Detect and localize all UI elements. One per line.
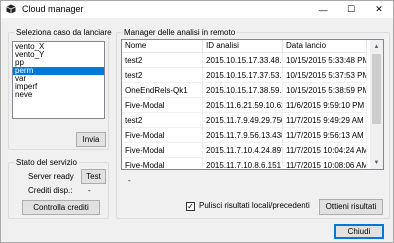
title-bar[interactable]: Cloud manager — ☐ ✕ bbox=[1, 1, 393, 18]
cell-nome: Five-Modal bbox=[122, 143, 203, 158]
column-header-nome[interactable]: Nome bbox=[122, 40, 203, 53]
cell-nome: OneEndRels-Qk1 bbox=[122, 83, 203, 98]
send-button[interactable]: Invia bbox=[76, 132, 106, 147]
cloud-manager-window: Cloud manager — ☐ ✕ Seleziona caso da la… bbox=[0, 0, 394, 243]
case-list-item[interactable]: neve bbox=[13, 91, 104, 99]
column-header-data-lancio[interactable]: Data lancio bbox=[283, 40, 367, 53]
credits-value: - bbox=[88, 186, 91, 195]
test-button[interactable]: Test bbox=[81, 169, 106, 184]
table-row[interactable]: Five-Modal 2015.11.7.9.56.13.438 11/7/2015… bbox=[122, 128, 367, 143]
close-window-button[interactable]: ✕ bbox=[365, 1, 393, 18]
cell-id-analisi: 2015.10.15.17.33.48.... bbox=[203, 53, 283, 68]
cell-id-analisi: 2015.11.7.10.4.24.897 bbox=[203, 143, 283, 158]
case-list-item[interactable]: perm bbox=[13, 67, 104, 75]
case-listbox[interactable]: vento_X vento_Y pp perm var imperf neve bbox=[12, 41, 105, 119]
cell-id-analisi: 2015.11.6.21.59.10.624 bbox=[203, 98, 283, 113]
cell-nome: test2 bbox=[122, 113, 203, 128]
clean-results-checkbox[interactable]: ✓ bbox=[186, 202, 195, 211]
table-row[interactable]: test2 2015.11.7.9.49.29.750 11/7/2015 9:49… bbox=[122, 113, 367, 128]
launch-case-group-label: Seleziona caso da lanciare bbox=[14, 28, 114, 37]
cell-data-lancio: 11/7/2015 10:08:06 AM bbox=[283, 158, 367, 169]
table-row[interactable]: Five-Modal 2015.11.7.10.4.24.897 11/7/2015… bbox=[122, 143, 367, 158]
cell-data-lancio: 11/6/2015 9:59:10 PM bbox=[283, 98, 367, 113]
case-list-item[interactable]: vento_Y bbox=[13, 51, 104, 59]
get-results-button[interactable]: Ottieni risultati bbox=[319, 199, 383, 215]
table-row[interactable]: test2 2015.10.15.17.37.53.... 10/15/2015 5… bbox=[122, 68, 367, 83]
cell-id-analisi: 2015.11.7.10.8.6.151 bbox=[203, 158, 283, 169]
minimize-button[interactable]: — bbox=[309, 1, 337, 18]
cell-nome: test2 bbox=[122, 68, 203, 83]
cell-data-lancio: 11/7/2015 9:56:13 AM bbox=[283, 128, 367, 143]
cell-nome: Five-Modal bbox=[122, 158, 203, 169]
window-title: Cloud manager bbox=[22, 4, 84, 14]
cell-data-lancio: 11/7/2015 10:04:24 AM bbox=[283, 143, 367, 158]
analysis-grid[interactable]: Nome ID analisi Data lancio test2 2015.10… bbox=[121, 39, 384, 170]
minimize-icon: — bbox=[318, 4, 328, 15]
cell-id-analisi: 2015.10.15.17.38.59.... bbox=[203, 83, 283, 98]
maximize-button[interactable]: ☐ bbox=[337, 1, 365, 18]
cell-id-analisi: 2015.11.7.9.49.29.750 bbox=[203, 113, 283, 128]
checkmark-icon: ✓ bbox=[187, 202, 194, 211]
table-row[interactable]: OneEndRels-Qk1 2015.10.15.17.38.59.... 10/… bbox=[122, 83, 367, 98]
credits-label: Crediti disp.: bbox=[28, 186, 73, 195]
table-row[interactable]: test2 2015.10.15.17.33.48.... 10/15/2015 5… bbox=[122, 53, 367, 68]
close-button[interactable]: Chiudi bbox=[334, 224, 384, 239]
grid-header: Nome ID analisi Data lancio bbox=[122, 40, 367, 53]
table-row[interactable]: Five-Modal 2015.11.7.10.8.6.151 11/7/2015 … bbox=[122, 158, 367, 169]
cell-data-lancio: 10/15/2015 5:37:53 PM bbox=[283, 68, 367, 83]
check-credits-button[interactable]: Controlla crediti bbox=[22, 200, 100, 215]
scroll-down-arrow-icon[interactable]: ▼ bbox=[370, 156, 383, 169]
cell-id-analisi: 2015.11.7.9.56.13.438 bbox=[203, 128, 283, 143]
cell-nome: Five-Modal bbox=[122, 128, 203, 143]
service-status-group-label: Stato del servizio bbox=[14, 158, 79, 167]
table-row[interactable]: Five-Modal 2015.11.6.21.59.10.624 11/6/201… bbox=[122, 98, 367, 113]
grid-status-dash: - bbox=[128, 176, 131, 185]
scroll-thumb[interactable] bbox=[372, 54, 381, 124]
app-cube-icon bbox=[6, 4, 16, 14]
cell-id-analisi: 2015.10.15.17.37.53.... bbox=[203, 68, 283, 83]
column-header-id-analisi[interactable]: ID analisi bbox=[203, 40, 283, 53]
maximize-icon: ☐ bbox=[346, 4, 356, 14]
cell-nome: test2 bbox=[122, 53, 203, 68]
cell-nome: Five-Modal bbox=[122, 98, 203, 113]
remote-manager-group-label: Manager delle analisi in remoto bbox=[122, 28, 238, 37]
cell-data-lancio: 11/7/2015 9:49:29 AM bbox=[283, 113, 367, 128]
scroll-up-arrow-icon[interactable]: ▲ bbox=[370, 40, 383, 53]
grid-vertical-scrollbar[interactable]: ▲ ▼ bbox=[370, 40, 383, 169]
server-status-text: Server ready bbox=[28, 172, 74, 181]
close-icon: ✕ bbox=[375, 4, 383, 14]
cell-data-lancio: 10/15/2015 5:33:48 PM bbox=[283, 53, 367, 68]
clean-results-label[interactable]: Pulisci risultati locali/precedenti bbox=[199, 201, 310, 211]
cell-data-lancio: 10/15/2015 5:38:59 PM bbox=[283, 83, 367, 98]
